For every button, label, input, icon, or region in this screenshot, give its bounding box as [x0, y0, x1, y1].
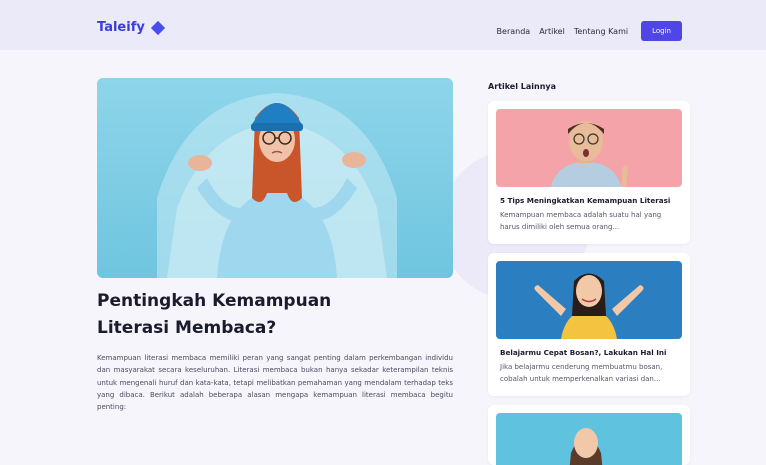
- card-title: Belajarmu Cepat Bosan?, Lakukan Hal Ini: [500, 348, 667, 357]
- article-title: Pentingkah Kemampuan Literasi Membaca?: [97, 291, 332, 338]
- diamond-icon: [150, 20, 165, 35]
- navbar: Taleify Beranda Artikel Tentang Kami Log…: [0, 0, 766, 50]
- brand-logo[interactable]: Taleify: [97, 20, 165, 35]
- nav-link-beranda[interactable]: Beranda: [497, 27, 531, 36]
- sidebar-heading: Artikel Lainnya: [488, 82, 557, 91]
- woman-shrugging-illustration: [157, 93, 397, 278]
- article-card[interactable]: 5 Tips Meningkatkan Kemampuan Literasi K…: [488, 101, 690, 244]
- nav-links: Beranda Artikel Tentang Kami Login: [497, 21, 682, 41]
- surprised-man-illustration: [551, 121, 628, 187]
- card-title: 5 Tips Meningkatkan Kemampuan Literasi: [500, 196, 671, 205]
- article-body: Kemampuan literasi membaca memiliki pera…: [97, 354, 453, 412]
- article-card[interactable]: Belajarmu Cepat Bosan?, Lakukan Hal Ini …: [488, 253, 690, 396]
- card-image: [496, 109, 682, 187]
- login-button[interactable]: Login: [641, 21, 682, 41]
- card-excerpt: Kemampuan membaca adalah suatu hal yang …: [500, 211, 662, 231]
- excited-woman-illustration: [534, 273, 644, 339]
- nav-link-tentang-kami[interactable]: Tentang Kami: [574, 27, 628, 36]
- card-image: [496, 413, 682, 465]
- card-excerpt: Jika belajarmu cenderung membuatmu bosan…: [500, 363, 663, 383]
- brand-name: Taleify: [97, 20, 145, 35]
- card-image: [496, 261, 682, 339]
- woman-illustration: [569, 428, 603, 465]
- article-card[interactable]: [488, 405, 690, 465]
- nav-link-artikel[interactable]: Artikel: [539, 27, 565, 36]
- hero-image: [97, 78, 453, 278]
